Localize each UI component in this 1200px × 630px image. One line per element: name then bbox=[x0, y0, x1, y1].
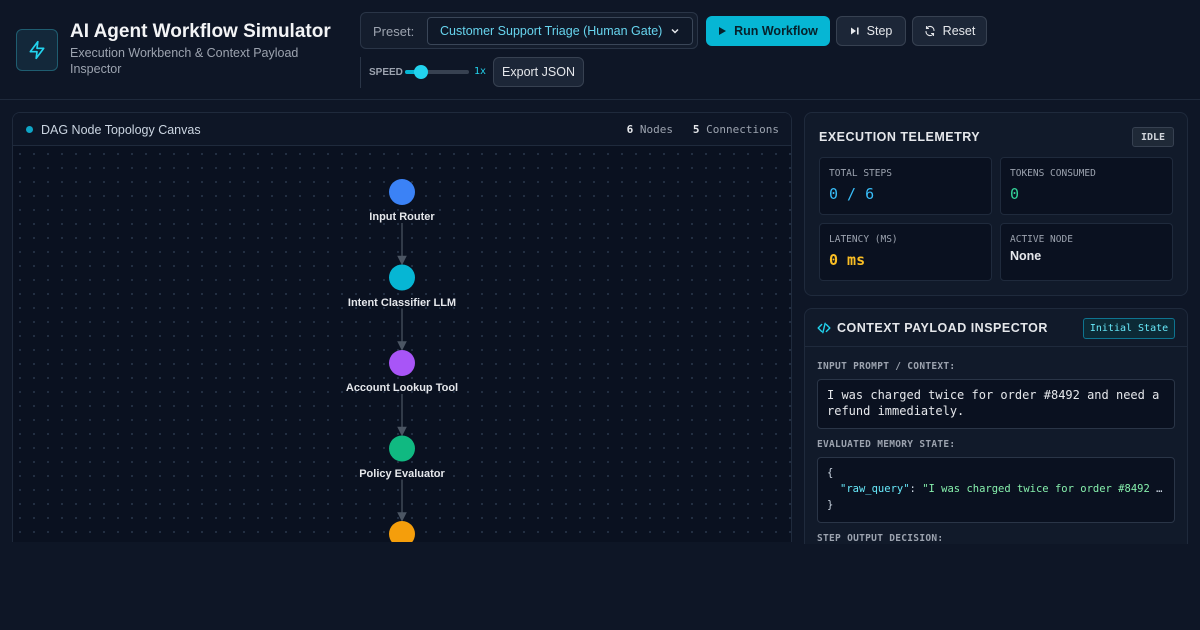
dag-node[interactable] bbox=[389, 350, 415, 376]
code-icon bbox=[817, 322, 831, 334]
step-forward-icon bbox=[850, 27, 859, 35]
dag-node[interactable] bbox=[389, 264, 415, 291]
dag-node-label: Policy Evaluator bbox=[359, 467, 445, 480]
telemetry-panel: EXECUTION TELEMETRY IDLE TOTAL STEPS 0 /… bbox=[804, 112, 1188, 296]
memory-value: "I was charged twice for order #8492 and… bbox=[922, 483, 1165, 495]
app-logo bbox=[16, 29, 58, 71]
active-node-value: None bbox=[1010, 249, 1042, 263]
tokens-value: 0 bbox=[1010, 185, 1020, 203]
memory-open-brace: { bbox=[827, 467, 834, 479]
prompt-textarea[interactable]: I was charged twice for order #8492 and … bbox=[817, 379, 1175, 429]
metric-latency: LATENCY (MS) 0 ms bbox=[819, 223, 992, 281]
chevron-down-icon bbox=[671, 28, 679, 34]
preset-value: Customer Support Triage (Human Gate) bbox=[440, 24, 663, 38]
app-subtitle: Execution Workbench & Context Payload In… bbox=[70, 46, 299, 76]
memory-key: "raw_query" bbox=[840, 483, 910, 495]
memory-label: EVALUATED MEMORY STATE: bbox=[817, 439, 956, 450]
export-json-button[interactable]: Export JSON bbox=[493, 57, 584, 87]
dag-node-label: Input Router bbox=[369, 211, 435, 223]
active-node-label: ACTIVE NODE bbox=[1010, 234, 1073, 245]
dag-node[interactable] bbox=[389, 179, 415, 205]
step-label: Step bbox=[866, 24, 893, 38]
telemetry-title: EXECUTION TELEMETRY bbox=[819, 130, 981, 144]
dag-canvas-panel: DAG Node Topology Canvas 6 Nodes 5 Conne… bbox=[12, 112, 792, 542]
total-steps-label: TOTAL STEPS bbox=[829, 168, 892, 179]
memory-state-viewer: { "raw_query": "I was charged twice for … bbox=[817, 457, 1175, 523]
status-badge: IDLE bbox=[1132, 127, 1174, 147]
reset-button[interactable]: Reset bbox=[912, 16, 987, 46]
latency-value: 0 ms bbox=[829, 251, 866, 269]
speed-label: SPEED bbox=[369, 67, 403, 78]
run-workflow-label: Run Workflow bbox=[734, 24, 818, 38]
memory-close-brace: } bbox=[827, 499, 834, 511]
memory-entry: "raw_query": "I was charged twice for or… bbox=[827, 481, 1165, 497]
metric-total-steps: TOTAL STEPS 0 / 6 bbox=[819, 157, 992, 215]
app-title: AI Agent Workflow Simulator bbox=[70, 21, 331, 42]
speed-value: 1x bbox=[474, 66, 487, 77]
tokens-label: TOKENS CONSUMED bbox=[1010, 168, 1096, 179]
state-badge: Initial State bbox=[1083, 318, 1175, 339]
lightning-bolt-icon bbox=[29, 40, 45, 60]
context-inspector-panel: CONTEXT PAYLOAD INSPECTOR Initial State … bbox=[804, 308, 1188, 544]
latency-label: LATENCY (MS) bbox=[829, 234, 898, 245]
prompt-label: INPUT PROMPT / CONTEXT: bbox=[817, 361, 956, 372]
metric-tokens: TOKENS CONSUMED 0 bbox=[1000, 157, 1173, 215]
dag-node[interactable] bbox=[389, 521, 415, 542]
preset-dropdown[interactable]: Customer Support Triage (Human Gate) bbox=[427, 17, 693, 45]
speed-divider bbox=[360, 57, 361, 88]
preset-selector: Preset: Customer Support Triage (Human G… bbox=[360, 12, 698, 49]
dag-node[interactable] bbox=[389, 435, 415, 462]
preset-label: Preset: bbox=[373, 24, 415, 39]
run-workflow-button[interactable]: Run Workflow bbox=[706, 16, 830, 46]
inspector-header: CONTEXT PAYLOAD INSPECTOR Initial State bbox=[805, 309, 1187, 347]
reset-label: Reset bbox=[942, 24, 976, 38]
memory-colon: : bbox=[909, 483, 923, 495]
refresh-icon bbox=[925, 25, 935, 37]
metric-active-node: ACTIVE NODE None bbox=[1000, 223, 1173, 281]
play-icon bbox=[719, 27, 727, 35]
speed-slider-thumb[interactable] bbox=[414, 65, 428, 79]
output-label: STEP OUTPUT DECISION: bbox=[817, 533, 944, 544]
step-button[interactable]: Step bbox=[836, 16, 906, 46]
inspector-title: CONTEXT PAYLOAD INSPECTOR bbox=[837, 321, 1048, 335]
total-steps-value: 0 / 6 bbox=[829, 185, 875, 203]
dag-node-label: Account Lookup Tool bbox=[345, 382, 459, 394]
dag-node-label: Intent Classifier LLM bbox=[347, 296, 457, 309]
app-header: AI Agent Workflow Simulator Execution Wo… bbox=[0, 0, 1200, 100]
